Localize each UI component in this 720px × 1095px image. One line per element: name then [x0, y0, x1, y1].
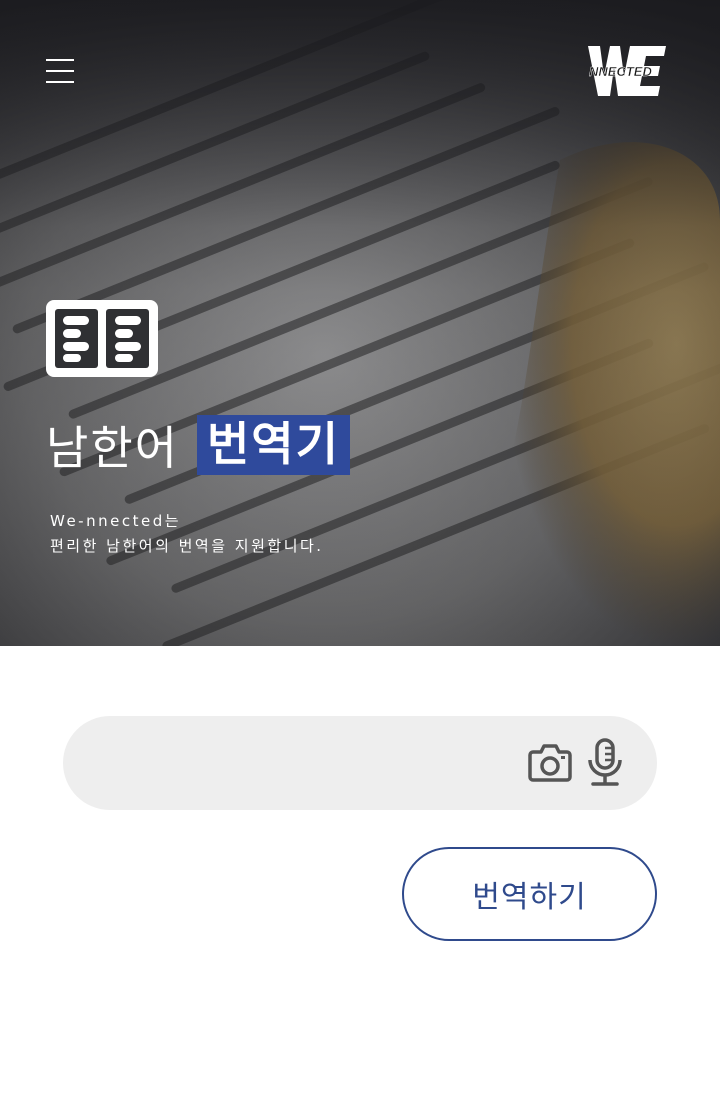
title-highlight-text: 번역기: [196, 415, 350, 475]
open-book-icon: [46, 300, 158, 377]
hero-subtitle: We-nnected는 편리한 남한어의 번역을 지원합니다.: [50, 509, 324, 559]
camera-icon[interactable]: [527, 740, 573, 786]
we-nnected-logo[interactable]: NNECTED: [588, 46, 666, 96]
page-title: 남한어 번역기: [46, 414, 350, 476]
svg-text:NNECTED: NNECTED: [589, 64, 652, 79]
subtitle-line-2: 편리한 남한어의 번역을 지원합니다.: [50, 537, 324, 555]
translate-button[interactable]: 번역하기: [402, 847, 657, 941]
hero-banner: NNECTED 남한어 번역기 We-nnected는 편리한 남한어의 번역을…: [0, 0, 720, 646]
title-main-text: 남한어: [46, 421, 179, 475]
translation-input-bar: [63, 716, 657, 810]
subtitle-line-1: We-nnected는: [50, 512, 182, 530]
translation-input[interactable]: [103, 738, 527, 790]
microphone-icon[interactable]: [583, 738, 627, 788]
hamburger-menu-icon[interactable]: [44, 56, 76, 88]
